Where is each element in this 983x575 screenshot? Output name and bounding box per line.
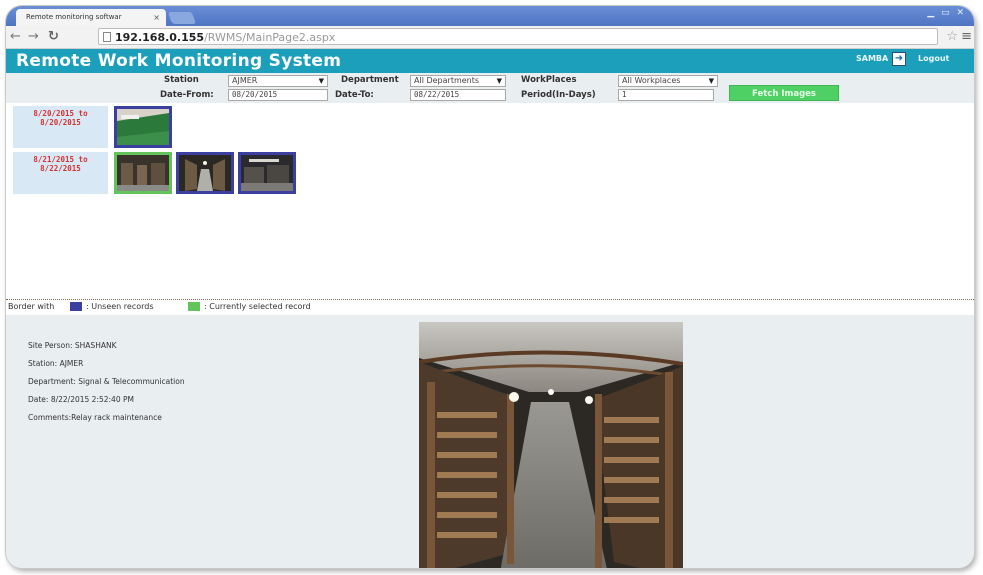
date-range-cell: 8/21/2015 to 8/22/2015 xyxy=(13,152,108,194)
detail-panel: Site Person: SHASHANK Station: AJMER Dep… xyxy=(6,315,974,568)
browser-menu-icon[interactable]: ≡ xyxy=(961,29,972,44)
app-header: Remote Work Monitoring System SAMBA ➜ Lo… xyxy=(6,49,974,73)
department-info: Department: Signal & Telecommunication xyxy=(28,377,185,386)
date-to-label: Date-To: xyxy=(335,90,374,100)
workplaces-select[interactable]: All Workplaces ▼ xyxy=(618,75,718,87)
window-controls[interactable]: ▁ ▭ ✕ xyxy=(927,8,966,18)
thumbnail-image xyxy=(241,155,293,191)
page-icon xyxy=(103,32,111,42)
bookmark-star-icon[interactable]: ☆ xyxy=(946,29,958,44)
relay-rack-image xyxy=(419,322,683,568)
date-from-input[interactable]: 08/20/2015 xyxy=(228,89,328,101)
date-to-input[interactable]: 08/22/2015 xyxy=(410,89,506,101)
thumbnail[interactable] xyxy=(114,106,172,148)
back-arrow-icon[interactable]: ← xyxy=(10,29,21,45)
thumbnail[interactable] xyxy=(176,152,234,194)
date-from-label: Date-From: xyxy=(160,90,214,100)
user-name: SAMBA xyxy=(856,54,889,63)
workplaces-value: All Workplaces xyxy=(622,76,681,85)
chevron-down-icon: ▼ xyxy=(318,77,324,85)
legend-prefix: Border with xyxy=(8,302,55,311)
station-value: AJMER xyxy=(232,76,258,85)
thumbnail[interactable] xyxy=(114,152,172,194)
new-tab-button[interactable] xyxy=(167,12,197,24)
thumbnail-image xyxy=(117,155,169,191)
thumbnail-image xyxy=(179,155,231,191)
tab-title: Remote monitoring softwar xyxy=(26,13,122,21)
reload-icon[interactable]: ↻ xyxy=(48,29,59,45)
logout-link[interactable]: Logout xyxy=(918,54,949,63)
department-label: Department xyxy=(341,75,399,85)
browser-window: Remote monitoring softwar × ▁ ▭ ✕ ← → ↻ … xyxy=(6,6,974,568)
app-title: Remote Work Monitoring System xyxy=(16,51,342,71)
station-label: Station xyxy=(164,75,199,85)
chevron-down-icon: ▼ xyxy=(496,77,502,85)
tab-strip: Remote monitoring softwar × ▁ ▭ ✕ xyxy=(6,6,974,26)
address-bar[interactable]: 192.168.0.155/RWMS/MainPage2.aspx xyxy=(98,28,938,45)
browser-tab[interactable]: Remote monitoring softwar × xyxy=(16,9,166,26)
selected-photo xyxy=(419,322,683,568)
legend-selected-label: : Currently selected record xyxy=(204,302,311,311)
thumbnail-image xyxy=(117,109,169,145)
date-info: Date: 8/22/2015 2:52:40 PM xyxy=(28,395,134,404)
period-input[interactable]: 1 xyxy=(618,89,714,101)
browser-toolbar: ← → ↻ 192.168.0.155/RWMS/MainPage2.aspx … xyxy=(6,26,974,49)
thumbnail[interactable] xyxy=(238,152,296,194)
tab-close-icon[interactable]: × xyxy=(153,9,160,26)
logout-icon[interactable]: ➜ xyxy=(892,52,906,66)
department-select[interactable]: All Departments ▼ xyxy=(410,75,506,87)
fetch-images-button[interactable]: Fetch Images xyxy=(729,85,839,101)
workplaces-label: WorkPlaces xyxy=(521,75,577,85)
station-select[interactable]: AJMER ▼ xyxy=(228,75,328,87)
url-host: 192.168.0.155 xyxy=(115,31,205,44)
divider xyxy=(6,299,974,300)
site-person: Site Person: SHASHANK xyxy=(28,341,117,350)
date-range-cell: 8/20/2015 to 8/20/2015 xyxy=(13,106,108,148)
station-info: Station: AJMER xyxy=(28,359,84,368)
results-panel: 8/20/2015 to 8/20/2015 8/21/2015 to 8/22… xyxy=(6,103,974,301)
period-label: Period(In-Days) xyxy=(521,90,596,100)
selected-swatch xyxy=(188,302,200,311)
filter-bar: Station AJMER ▼ Department All Departmen… xyxy=(6,73,974,103)
comments-info: Comments:Relay rack maintenance xyxy=(28,413,162,422)
chevron-down-icon: ▼ xyxy=(708,77,714,85)
department-value: All Departments xyxy=(414,76,480,85)
unseen-swatch xyxy=(70,302,82,311)
legend-unseen-label: : Unseen records xyxy=(86,302,154,311)
forward-arrow-icon[interactable]: → xyxy=(28,29,39,45)
url-path: /RWMS/MainPage2.aspx xyxy=(204,31,336,44)
